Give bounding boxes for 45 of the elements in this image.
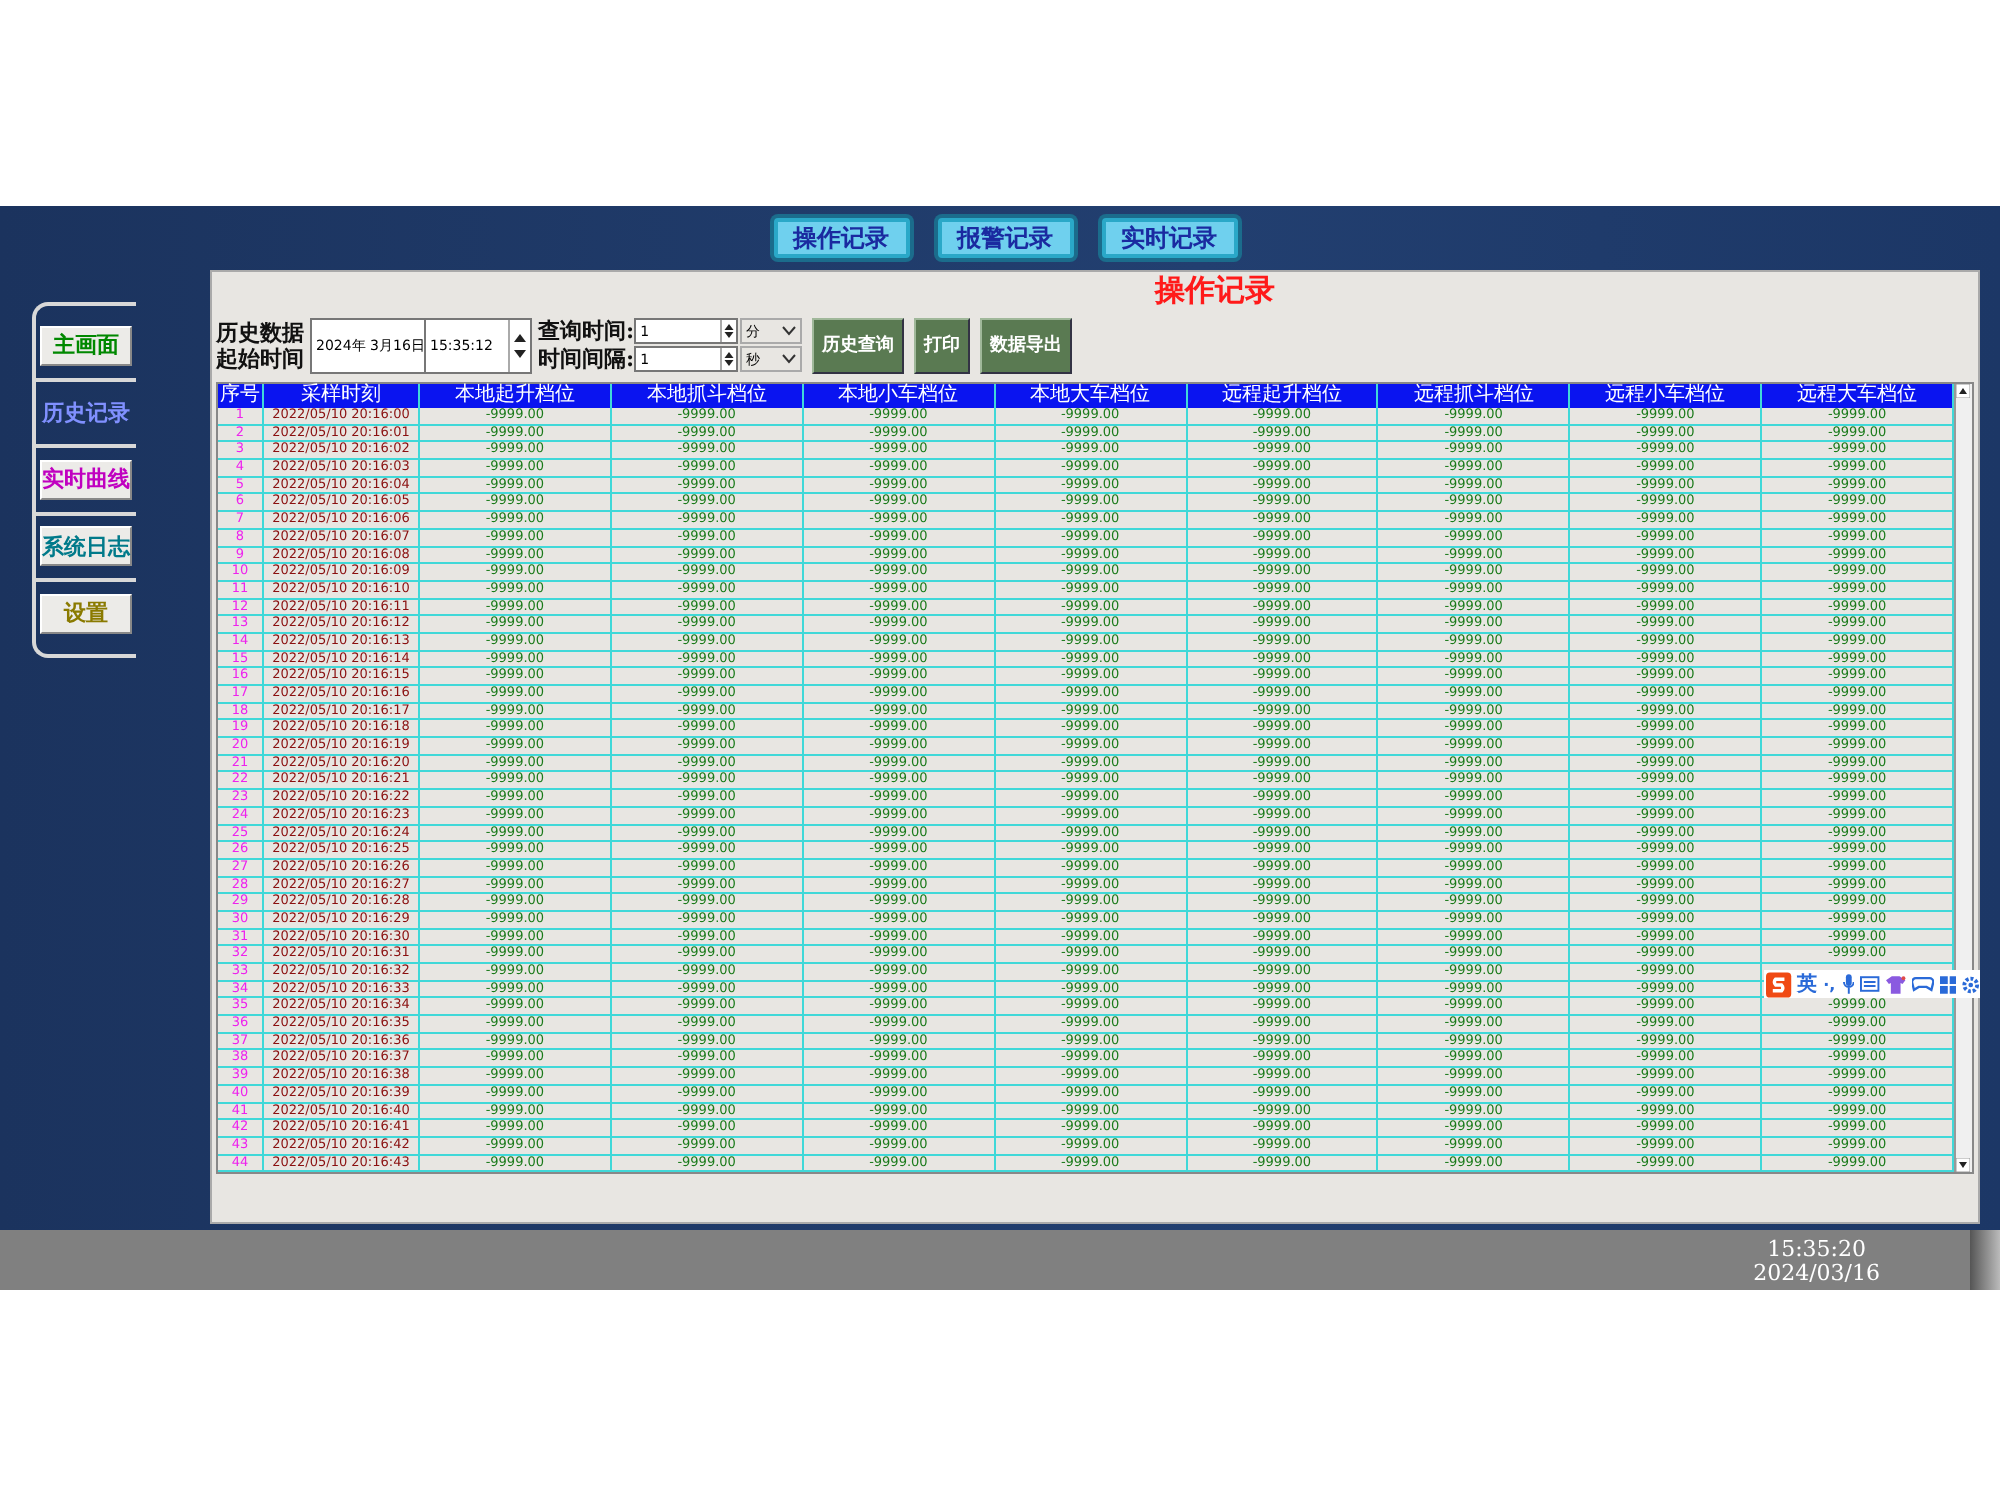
keyboard-icon[interactable] — [1860, 976, 1881, 992]
nav-button[interactable]: 主画面 — [40, 325, 132, 365]
scroll-down-icon[interactable] — [1956, 1158, 1971, 1173]
column-header: 序号 — [218, 384, 264, 408]
field-label: 时间间隔: — [538, 346, 635, 372]
punctuation-toggle[interactable]: ·, — [1823, 975, 1836, 993]
column-header: 远程抓斗档位 — [1378, 384, 1571, 408]
spin-buttons[interactable] — [720, 320, 737, 342]
nav-button[interactable]: 历史记录 — [40, 392, 132, 432]
field-label: 查询时间: — [538, 318, 635, 344]
column-header: 本地起升档位 — [420, 384, 612, 408]
settings-icon[interactable] — [1962, 975, 1981, 993]
s-logo-icon[interactable] — [1766, 971, 1792, 997]
clock-date: 2024/03/16 — [1753, 1262, 1880, 1286]
page-title: 操作记录 — [1155, 272, 1275, 312]
grid-icon[interactable] — [1939, 975, 1957, 993]
record-tab[interactable]: 报警记录 — [937, 218, 1073, 258]
record-tab[interactable]: 实时记录 — [1101, 218, 1237, 258]
chevron-down-icon — [782, 354, 797, 364]
nav-button[interactable]: 设置 — [40, 593, 132, 633]
chevron-down-icon — [782, 326, 797, 336]
field-label: 起始时间 — [216, 345, 304, 371]
record-tab[interactable]: 操作记录 — [773, 218, 909, 258]
field-label: 历史数据 — [216, 319, 304, 345]
action-button[interactable]: 历史查询 — [812, 317, 905, 373]
column-header: 本地大车档位 — [995, 384, 1187, 408]
edge-panel — [1970, 1230, 2000, 1290]
clock-time: 15:35:20 — [1767, 1238, 1866, 1262]
gamepad-icon[interactable] — [1911, 976, 1934, 992]
scroll-up-icon[interactable] — [1956, 384, 1971, 398]
microphone-icon[interactable] — [1841, 974, 1855, 994]
spin-buttons[interactable] — [508, 319, 530, 371]
nav-button[interactable]: 实时曲线 — [40, 459, 132, 499]
scrollbar[interactable] — [1954, 384, 1972, 1173]
input-mode[interactable]: 英 — [1797, 970, 1818, 998]
action-button[interactable]: 打印 — [914, 317, 971, 373]
column-header: 远程小车档位 — [1570, 384, 1763, 408]
shirt-icon[interactable] — [1886, 975, 1906, 993]
action-button[interactable]: 数据导出 — [980, 317, 1073, 373]
column-header: 本地小车档位 — [803, 384, 996, 408]
column-header: 远程起升档位 — [1187, 384, 1379, 408]
nav-button[interactable]: 系统日志 — [40, 526, 132, 566]
column-header: 采样时刻 — [264, 384, 420, 408]
column-header: 本地抓斗档位 — [611, 384, 804, 408]
spin-buttons[interactable] — [720, 348, 737, 370]
